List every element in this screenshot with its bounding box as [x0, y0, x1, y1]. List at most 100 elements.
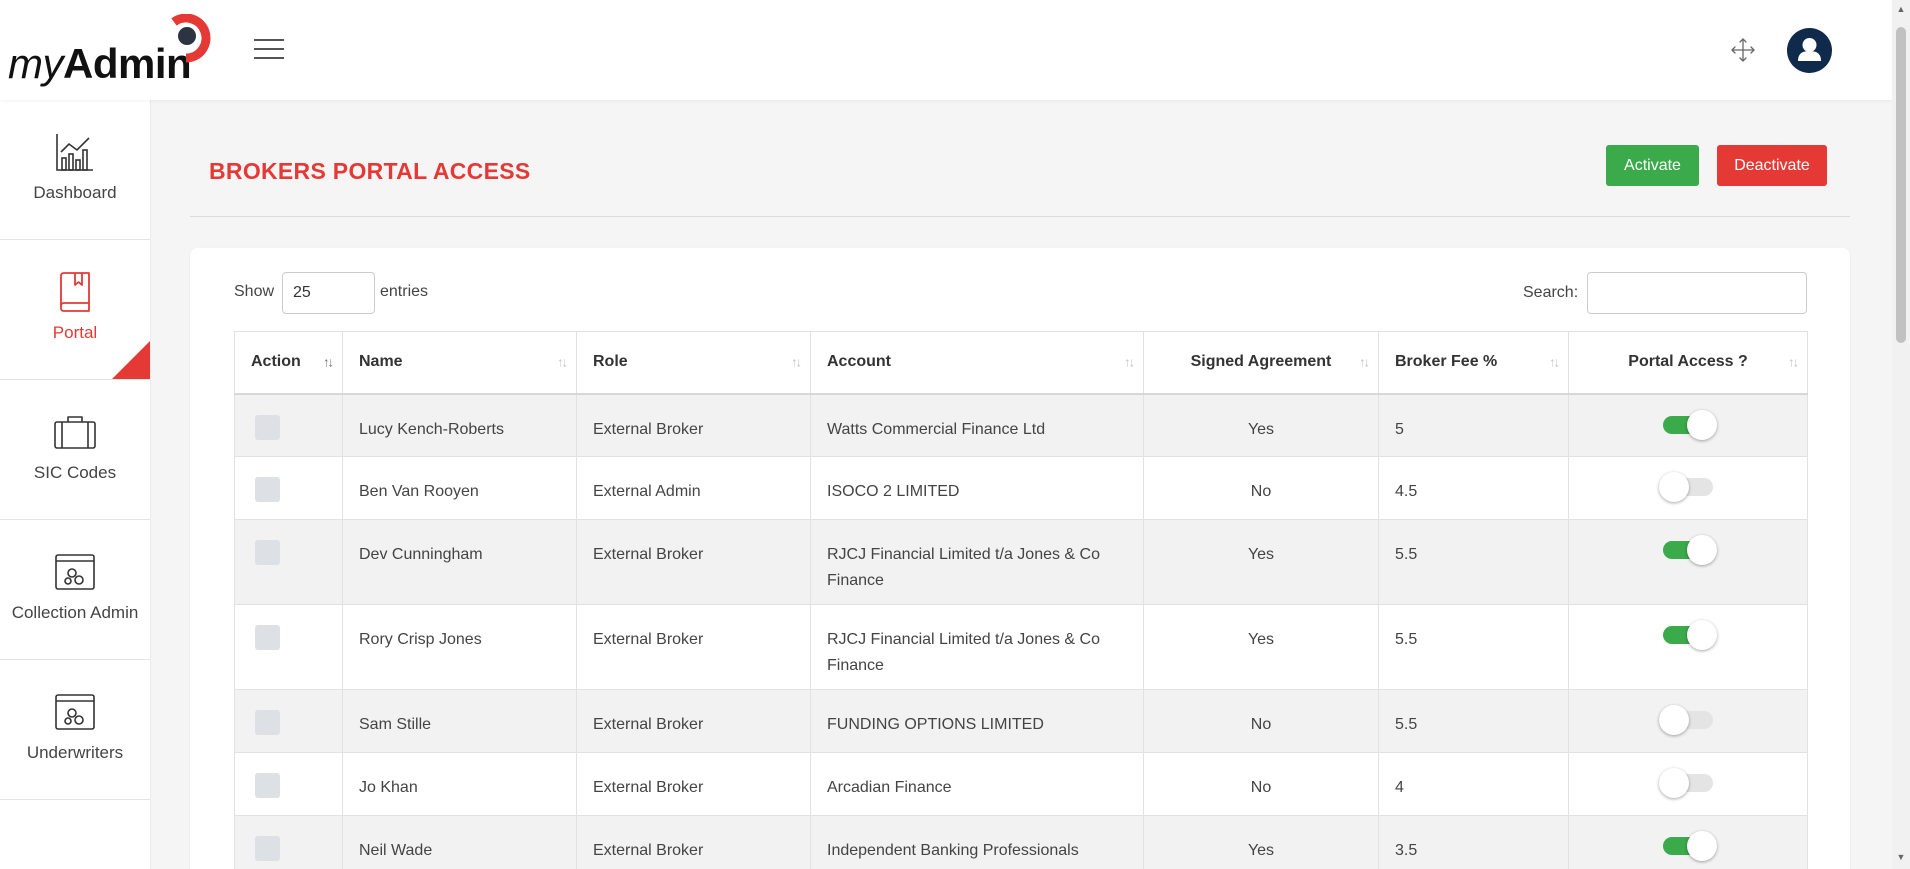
scrollbar-thumb[interactable] — [1896, 27, 1906, 343]
portal-access-toggle[interactable] — [1659, 768, 1715, 798]
page-title: BROKERS PORTAL ACCESS — [209, 158, 531, 184]
cell-signed-agreement: Yes — [1143, 815, 1379, 869]
table-row: Sam Stille External Broker FUNDING OPTIO… — [234, 689, 1808, 753]
row-checkbox[interactable] — [255, 477, 280, 502]
briefcase-icon — [54, 416, 96, 449]
cell-role: External Broker — [576, 604, 811, 690]
portal-access-toggle[interactable] — [1661, 831, 1717, 861]
cell-role: External Admin — [576, 456, 811, 520]
sort-icon: ↑↓ — [557, 354, 568, 370]
entries-per-page-input[interactable] — [282, 272, 375, 314]
cell-role: External Broker — [576, 393, 811, 457]
vertical-scrollbar[interactable]: ▲ ▼ — [1892, 0, 1910, 869]
cell-signed-agreement: No — [1143, 689, 1379, 753]
sort-icon: ↑↓ — [323, 354, 334, 370]
cell-name: Lucy Kench-Roberts — [342, 393, 577, 457]
user-icon — [1798, 38, 1821, 61]
title-divider — [190, 216, 1850, 217]
sidebar-item-label: Dashboard — [33, 183, 117, 202]
search-input[interactable] — [1587, 272, 1807, 314]
cell-signed-agreement: No — [1143, 456, 1379, 520]
cell-signed-agreement: Yes — [1143, 604, 1379, 690]
column-header-action[interactable]: Action ↑↓ — [234, 331, 343, 395]
portal-access-toggle[interactable] — [1661, 535, 1717, 565]
logo-swoosh-icon — [171, 14, 211, 63]
show-label: Show — [234, 283, 275, 300]
column-header-name[interactable]: Name ↑↓ — [342, 331, 577, 395]
search-label: Search: — [1523, 284, 1579, 301]
cell-account: ISOCO 2 LIMITED — [810, 456, 1144, 520]
table-row: Ben Van Rooyen External Admin ISOCO 2 LI… — [234, 456, 1808, 520]
row-checkbox[interactable] — [255, 773, 280, 798]
cell-broker-fee: 4.5 — [1378, 456, 1569, 520]
sort-icon: ↑↓ — [1359, 354, 1370, 370]
sort-icon: ↑↓ — [1549, 354, 1560, 370]
sidebar-item-underwriters[interactable]: Underwriters — [0, 660, 150, 800]
window-gears-icon — [55, 554, 95, 590]
sidebar-item-label: SIC Codes — [33, 463, 117, 482]
cell-name: Neil Wade — [342, 815, 577, 869]
top-header: myAdmin — [0, 0, 1892, 100]
column-header-role[interactable]: Role ↑↓ — [576, 331, 811, 395]
scroll-down-icon[interactable]: ▼ — [1896, 852, 1906, 862]
sidebar-item-label: Collection Admin — [11, 603, 139, 622]
row-checkbox[interactable] — [255, 710, 280, 735]
book-icon — [60, 272, 90, 312]
cell-name: Dev Cunningham — [342, 519, 577, 605]
cell-account: RJCJ Financial Limited t/a Jones & Co Fi… — [810, 519, 1144, 605]
cell-broker-fee: 5 — [1378, 393, 1569, 457]
cell-account: Arcadian Finance — [810, 752, 1144, 816]
active-corner-marker — [112, 341, 150, 379]
cell-broker-fee: 3.5 — [1378, 815, 1569, 869]
cell-broker-fee: 4 — [1378, 752, 1569, 816]
sidebar-item-portal[interactable]: Portal — [0, 240, 150, 380]
portal-access-toggle[interactable] — [1661, 409, 1717, 440]
cell-role: External Broker — [576, 689, 811, 753]
logo-text: myAdmin — [8, 40, 192, 87]
scroll-up-icon[interactable]: ▲ — [1896, 4, 1906, 14]
table-row: Dev Cunningham External Broker RJCJ Fina… — [234, 519, 1808, 605]
sidebar-item-sic-codes[interactable]: SIC Codes — [0, 380, 150, 520]
cell-account: Independent Banking Professionals Limite… — [810, 815, 1144, 869]
column-header-signed-agreement[interactable]: Signed Agreement ↑↓ — [1143, 331, 1379, 395]
activate-button[interactable]: Activate — [1606, 145, 1699, 186]
sidebar-item-dashboard[interactable]: Dashboard — [0, 100, 150, 240]
portal-access-toggle[interactable] — [1661, 620, 1717, 650]
cell-name: Rory Crisp Jones — [342, 604, 577, 690]
portal-access-toggle[interactable] — [1659, 472, 1715, 502]
cell-signed-agreement: Yes — [1143, 393, 1379, 457]
cell-broker-fee: 5.5 — [1378, 604, 1569, 690]
cell-broker-fee: 5.5 — [1378, 519, 1569, 605]
cell-name: Ben Van Rooyen — [342, 456, 577, 520]
cell-account: RJCJ Financial Limited t/a Jones & Co Fi… — [810, 604, 1144, 690]
row-checkbox[interactable] — [255, 414, 280, 440]
column-header-broker-fee[interactable]: Broker Fee % ↑↓ — [1378, 331, 1569, 395]
table-row: Rory Crisp Jones External Broker RJCJ Fi… — [234, 604, 1808, 690]
cell-role: External Broker — [576, 752, 811, 816]
sidebar: Dashboard Portal SIC Codes Collection Ad… — [0, 100, 151, 869]
table-header-row: Action ↑↓ Name ↑↓ Role ↑↓ Account ↑↓ Signed … — [234, 331, 1808, 395]
window-gears-icon — [55, 694, 95, 730]
cell-name: Sam Stille — [342, 689, 577, 753]
row-checkbox[interactable] — [255, 625, 280, 650]
cell-signed-agreement: No — [1143, 752, 1379, 816]
expand-icon[interactable] — [1730, 37, 1756, 63]
brokers-table: Action ↑↓ Name ↑↓ Role ↑↓ Account ↑↓ Signed … — [234, 331, 1808, 869]
cell-role: External Broker — [576, 519, 811, 605]
chart-icon — [56, 134, 93, 171]
entries-label: entries — [380, 283, 429, 300]
row-checkbox[interactable] — [255, 836, 280, 861]
column-header-portal-access[interactable]: Portal Access ? ↑↓ — [1568, 331, 1808, 395]
user-avatar[interactable] — [1787, 28, 1832, 73]
cell-name: Jo Khan — [342, 752, 577, 816]
portal-access-toggle[interactable] — [1659, 705, 1715, 735]
row-checkbox[interactable] — [255, 540, 280, 565]
hamburger-icon[interactable] — [254, 39, 284, 61]
column-header-account[interactable]: Account ↑↓ — [810, 331, 1144, 395]
sort-icon: ↑↓ — [791, 354, 802, 370]
cell-role: External Broker — [576, 815, 811, 869]
sort-icon: ↑↓ — [1788, 354, 1799, 370]
deactivate-button[interactable]: Deactivate — [1717, 145, 1827, 186]
myadmin-logo[interactable]: myAdmin — [8, 14, 213, 87]
sidebar-item-collection-admin[interactable]: Collection Admin — [0, 520, 150, 660]
